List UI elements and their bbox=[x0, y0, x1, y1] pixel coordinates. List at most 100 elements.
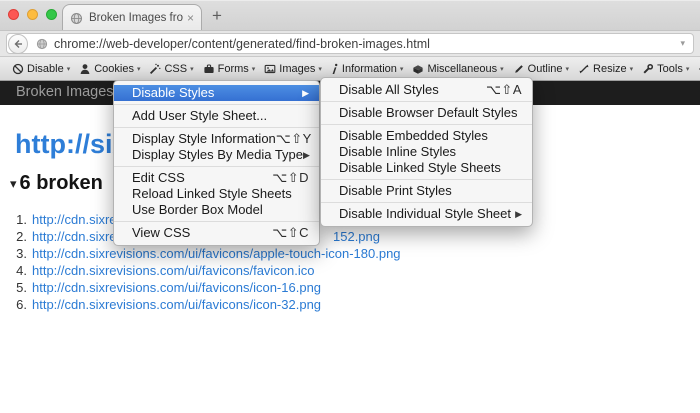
toolbar-menu-information[interactable]: Information ▾ bbox=[331, 62, 403, 75]
menu-shortcut: ⌥⇧A bbox=[485, 82, 522, 97]
minimize-window-button[interactable] bbox=[27, 9, 38, 20]
menu-item-use-border-box-model[interactable]: Use Border Box Model bbox=[114, 202, 319, 218]
tab-close-icon[interactable]: × bbox=[187, 11, 194, 25]
url-input[interactable]: chrome://web-developer/content/generated… bbox=[54, 37, 680, 51]
url-bar[interactable]: chrome://web-developer/content/generated… bbox=[6, 33, 694, 54]
disclosure-triangle-icon[interactable]: ▾ bbox=[10, 176, 17, 192]
list-number: 1. bbox=[16, 212, 27, 227]
broken-image-link[interactable]: http://cdn.sixrevisions.com/ui/favicons/… bbox=[32, 297, 321, 312]
broken-image-link[interactable]: http://cdn.sixrevisions.com/ui/favicons/… bbox=[32, 263, 315, 278]
list-number: 3. bbox=[16, 246, 27, 261]
resize-icon bbox=[578, 63, 590, 75]
menu-item-disable-inline-styles[interactable]: Disable Inline Styles bbox=[321, 144, 532, 160]
toolbar-label: Disable bbox=[27, 62, 64, 75]
information-icon bbox=[331, 63, 339, 75]
disable-styles-submenu: Disable All Styles ⌥⇧A Disable Browser D… bbox=[320, 77, 533, 227]
menu-item-label: Disable Styles bbox=[132, 85, 215, 100]
menu-separator bbox=[321, 124, 532, 125]
menu-item-label: View CSS bbox=[132, 225, 191, 240]
menu-item-label: Disable Linked Style Sheets bbox=[339, 160, 501, 175]
toolbar-menu-forms[interactable]: Forms ▾ bbox=[203, 63, 256, 75]
css-menu: Disable Styles ▶ Add User Style Sheet...… bbox=[113, 80, 320, 246]
menu-item-disable-browser-default-styles[interactable]: Disable Browser Default Styles bbox=[321, 105, 532, 121]
toolbar-menu-tools[interactable]: Tools ▾ bbox=[642, 63, 689, 75]
images-icon bbox=[264, 63, 276, 75]
list-item: 3. http://cdn.sixrevisions.com/ui/favico… bbox=[0, 245, 700, 262]
chevron-down-icon: ▾ bbox=[318, 65, 322, 73]
menu-item-add-user-style-sheet[interactable]: Add User Style Sheet... bbox=[114, 108, 319, 124]
broken-image-link-fragment[interactable]: 152.png bbox=[333, 229, 380, 244]
menu-item-reload-linked-style-sheets[interactable]: Reload Linked Style Sheets bbox=[114, 186, 319, 202]
toolbar-label: Outline bbox=[527, 62, 563, 75]
toolbar-menu-outline[interactable]: Outline ▾ bbox=[513, 63, 569, 75]
broken-image-link[interactable]: http://cdn.sixre bbox=[32, 229, 117, 244]
back-button[interactable] bbox=[8, 33, 28, 54]
list-number: 5. bbox=[16, 280, 27, 295]
menu-item-label: Use Border Box Model bbox=[132, 202, 263, 217]
broken-image-link[interactable]: http://cdn.sixre bbox=[32, 212, 117, 227]
cookies-icon bbox=[79, 63, 91, 75]
miscellaneous-icon bbox=[412, 63, 424, 75]
menu-item-disable-linked-style-sheets[interactable]: Disable Linked Style Sheets bbox=[321, 160, 532, 176]
toolbar-label: Images bbox=[279, 62, 316, 75]
menu-item-label: Display Styles By Media Type bbox=[132, 147, 303, 162]
toolbar-label: Information bbox=[341, 62, 397, 75]
toolbar-label: CSS bbox=[164, 62, 188, 75]
chevron-down-icon: ▾ bbox=[251, 65, 256, 73]
menu-item-disable-individual-style-sheet[interactable]: Disable Individual Style Sheet ▶ bbox=[321, 206, 532, 222]
tab-broken-images[interactable]: Broken Images from http://s... × bbox=[62, 4, 202, 31]
new-tab-button[interactable]: + bbox=[212, 6, 222, 26]
site-heading-link[interactable]: http://six bbox=[15, 129, 128, 160]
list-number: 2. bbox=[16, 229, 27, 244]
toolbar-label: Miscellaneous bbox=[427, 62, 498, 75]
tab-bar: Broken Images from http://s... × + bbox=[0, 0, 700, 31]
menu-item-label: Display Style Information bbox=[132, 131, 276, 146]
menu-separator bbox=[321, 179, 532, 180]
toolbar-menu-css[interactable]: CSS ▾ bbox=[149, 62, 194, 75]
toolbar-menu-cookies[interactable]: Cookies ▾ bbox=[79, 63, 140, 75]
list-item: 6. http://cdn.sixrevisions.com/ui/favico… bbox=[0, 296, 700, 313]
menu-item-label: Reload Linked Style Sheets bbox=[132, 186, 292, 201]
menu-separator bbox=[114, 127, 319, 128]
outline-icon bbox=[513, 63, 525, 75]
chevron-down-icon: ▾ bbox=[685, 65, 690, 73]
submenu-arrow-icon: ▶ bbox=[303, 150, 310, 160]
url-dropdown-caret-icon[interactable]: ▾ bbox=[680, 38, 685, 49]
menu-item-display-styles-by-media-type[interactable]: Display Styles By Media Type ▶ bbox=[114, 147, 319, 163]
chevron-down-icon: ▾ bbox=[190, 65, 194, 73]
close-window-button[interactable] bbox=[8, 9, 19, 20]
menu-item-label: Disable Embedded Styles bbox=[339, 128, 488, 143]
menu-item-edit-css[interactable]: Edit CSS ⌥⇧D bbox=[114, 170, 319, 186]
menu-item-disable-embedded-styles[interactable]: Disable Embedded Styles bbox=[321, 128, 532, 144]
toolbar-menu-disable[interactable]: Disable ▾ bbox=[12, 63, 70, 75]
chevron-down-icon: ▾ bbox=[136, 65, 141, 73]
menu-item-view-css[interactable]: View CSS ⌥⇧C bbox=[114, 225, 319, 241]
broken-image-link[interactable]: http://cdn.sixrevisions.com/ui/favicons/… bbox=[32, 280, 321, 295]
chevron-down-icon: ▾ bbox=[629, 65, 634, 73]
submenu-arrow-icon: ▶ bbox=[515, 209, 522, 219]
window-controls bbox=[8, 9, 57, 20]
toolbar-menu-resize[interactable]: Resize ▾ bbox=[578, 63, 633, 75]
toolbar-menu-miscellaneous[interactable]: Miscellaneous ▾ bbox=[412, 62, 504, 75]
menu-item-display-style-information[interactable]: Display Style Information ⌥⇧Y bbox=[114, 131, 319, 147]
list-item: 2. http://cdn.sixre 152.png bbox=[0, 228, 700, 245]
toolbar-label: Cookies bbox=[94, 62, 134, 75]
web-developer-favicon-icon bbox=[70, 12, 83, 25]
list-item: 5. http://cdn.sixrevisions.com/ui/favico… bbox=[0, 279, 700, 296]
browser-window: Broken Images from http://s... × + chrom… bbox=[0, 0, 700, 413]
menu-item-label: Disable Browser Default Styles bbox=[339, 105, 518, 120]
navigation-bar: chrome://web-developer/content/generated… bbox=[0, 30, 700, 57]
broken-image-link[interactable]: http://cdn.sixrevisions.com/ui/favicons/… bbox=[32, 246, 401, 261]
chevron-down-icon: ▾ bbox=[66, 65, 71, 73]
menu-item-disable-all-styles[interactable]: Disable All Styles ⌥⇧A bbox=[321, 82, 532, 98]
menu-item-disable-styles[interactable]: Disable Styles ▶ bbox=[114, 85, 319, 101]
zoom-window-button[interactable] bbox=[46, 9, 57, 20]
toolbar-menu-images[interactable]: Images ▾ bbox=[264, 63, 322, 75]
submenu-arrow-icon: ▶ bbox=[302, 88, 309, 98]
menu-item-disable-print-styles[interactable]: Disable Print Styles bbox=[321, 183, 532, 199]
menu-shortcut: ⌥⇧D bbox=[272, 170, 309, 185]
toolbar-label: Tools bbox=[657, 62, 683, 75]
globe-icon bbox=[36, 38, 48, 50]
list-number: 6. bbox=[16, 297, 27, 312]
menu-shortcut: ⌥⇧C bbox=[272, 225, 309, 240]
